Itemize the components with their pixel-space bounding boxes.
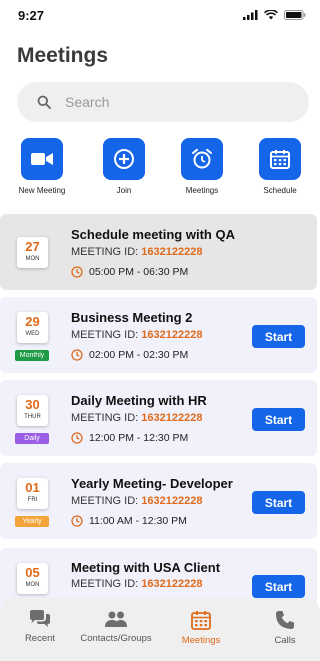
- status-icons: [243, 10, 306, 20]
- frequency-badge: Daily: [15, 433, 49, 444]
- tab-label: Recent: [24, 633, 56, 644]
- frequency-badge: Yearly: [15, 516, 49, 527]
- meeting-id-label: MEETING ID:: [71, 578, 139, 590]
- new-meeting-button[interactable]: [21, 138, 63, 180]
- date-box: 29 WED: [17, 312, 48, 343]
- quick-actions: New Meeting Join Meetings Schedule: [0, 138, 320, 198]
- join-button[interactable]: [103, 138, 145, 180]
- new-meeting-label: New Meeting: [18, 186, 66, 195]
- plus-circle-icon: [114, 149, 134, 169]
- date-box: 01 FRI: [17, 478, 48, 509]
- signal-icon: [243, 10, 258, 20]
- clock-icon: [71, 266, 83, 278]
- meeting-time: 11:00 AM - 12:30 PM: [71, 515, 187, 527]
- meeting-title: Meeting with USA Client: [71, 560, 221, 575]
- meeting-id: MEETING ID: 1632122228: [71, 412, 202, 424]
- meeting-title: Business Meeting 2: [71, 310, 193, 325]
- chat-bubbles-icon: [30, 610, 50, 627]
- clock-icon: [71, 349, 83, 361]
- join-action[interactable]: Join: [84, 138, 164, 195]
- meeting-id: MEETING ID: 1632122228: [71, 495, 202, 507]
- date-weekday: THUR: [24, 414, 41, 420]
- date-weekday: WED: [25, 331, 40, 337]
- video-camera-icon: [31, 153, 53, 165]
- meeting-time: 05:00 PM - 06:30 PM: [71, 266, 188, 278]
- date-weekday: MON: [25, 582, 40, 588]
- meeting-id: MEETING ID: 1632122228: [71, 246, 202, 258]
- meeting-time-text: 05:00 PM - 06:30 PM: [89, 266, 189, 278]
- meeting-time: 02:00 PM - 02:30 PM: [71, 349, 188, 361]
- tab-recent[interactable]: Recent: [0, 610, 80, 644]
- meeting-id-label: MEETING ID:: [71, 329, 139, 341]
- schedule-action[interactable]: Schedule: [240, 138, 320, 195]
- date-day: 01: [25, 480, 40, 495]
- wifi-icon: [264, 10, 278, 20]
- meeting-id: MEETING ID: 1632122228: [71, 578, 202, 590]
- meeting-id-value: 1632122228: [141, 246, 203, 258]
- clock-icon: [71, 515, 83, 527]
- meeting-title: Daily Meeting with HR: [71, 393, 207, 408]
- tab-contacts-groups[interactable]: Contacts/Groups: [76, 610, 156, 644]
- search-bar[interactable]: [17, 82, 309, 122]
- meeting-id-value: 1632122228: [141, 578, 203, 590]
- meeting-card[interactable]: 29 WED Monthly Business Meeting 2 MEETIN…: [0, 297, 317, 373]
- page-title: Meetings: [17, 44, 109, 67]
- battery-icon: [284, 10, 306, 20]
- meeting-card[interactable]: 27 MON Schedule meeting with QA MEETING …: [0, 214, 317, 290]
- schedule-button[interactable]: [259, 138, 301, 180]
- date-day: 27: [25, 239, 40, 254]
- calendar-icon: [270, 150, 290, 169]
- search-input[interactable]: [65, 94, 265, 110]
- status-bar: 9:27: [0, 0, 320, 30]
- tab-label: Contacts/Groups: [80, 633, 152, 644]
- date-box: 05 MON: [17, 563, 48, 594]
- meeting-id-label: MEETING ID:: [71, 495, 139, 507]
- bottom-tab-bar: Recent Contacts/Groups Meetings Calls: [0, 598, 320, 661]
- start-button[interactable]: Start: [252, 408, 305, 431]
- meetings-label: Meetings: [185, 186, 219, 195]
- tab-meetings[interactable]: Meetings: [161, 610, 241, 646]
- date-day: 30: [25, 397, 40, 412]
- meeting-id-value: 1632122228: [141, 412, 203, 424]
- meeting-id-label: MEETING ID:: [71, 412, 139, 424]
- date-weekday: FRI: [27, 497, 38, 503]
- tab-label: Meetings: [181, 635, 221, 646]
- search-icon: [37, 95, 51, 109]
- meeting-time-text: 12:00 PM - 12:30 PM: [89, 432, 189, 444]
- meeting-title: Yearly Meeting- Developer: [71, 476, 233, 491]
- start-button[interactable]: Start: [252, 575, 305, 598]
- start-button[interactable]: Start: [252, 491, 305, 514]
- alarm-clock-icon: [192, 148, 212, 169]
- meeting-card[interactable]: 01 FRI Yearly Yearly Meeting- Developer …: [0, 463, 317, 539]
- meeting-time-text: 11:00 AM - 12:30 PM: [89, 515, 187, 527]
- meeting-time-text: 02:00 PM - 02:30 PM: [89, 349, 189, 361]
- date-day: 05: [25, 565, 40, 580]
- date-day: 29: [25, 314, 40, 329]
- frequency-badge: Monthly: [15, 350, 49, 361]
- meetings-button[interactable]: [181, 138, 223, 180]
- group-icon: [105, 611, 127, 627]
- phone-icon: [276, 611, 294, 629]
- new-meeting-action[interactable]: New Meeting: [2, 138, 82, 195]
- meeting-id-label: MEETING ID:: [71, 246, 139, 258]
- date-box: 30 THUR: [17, 395, 48, 426]
- status-time: 9:27: [18, 8, 45, 23]
- tab-calls[interactable]: Calls: [245, 610, 320, 646]
- meeting-id: MEETING ID: 1632122228: [71, 329, 202, 341]
- meeting-time: 12:00 PM - 12:30 PM: [71, 432, 188, 444]
- calendar-icon: [191, 611, 211, 630]
- meeting-id-value: 1632122228: [141, 329, 203, 341]
- meetings-action[interactable]: Meetings: [162, 138, 242, 195]
- date-weekday: MON: [25, 256, 40, 262]
- tab-label: Calls: [274, 635, 296, 646]
- schedule-label: Schedule: [263, 186, 297, 195]
- meeting-card[interactable]: 30 THUR Daily Daily Meeting with HR MEET…: [0, 380, 317, 456]
- join-label: Join: [116, 186, 132, 195]
- meeting-title: Schedule meeting with QA: [71, 227, 235, 242]
- meeting-id-value: 1632122228: [141, 495, 203, 507]
- start-button[interactable]: Start: [252, 325, 305, 348]
- date-box: 27 MON: [17, 237, 48, 268]
- clock-icon: [71, 432, 83, 444]
